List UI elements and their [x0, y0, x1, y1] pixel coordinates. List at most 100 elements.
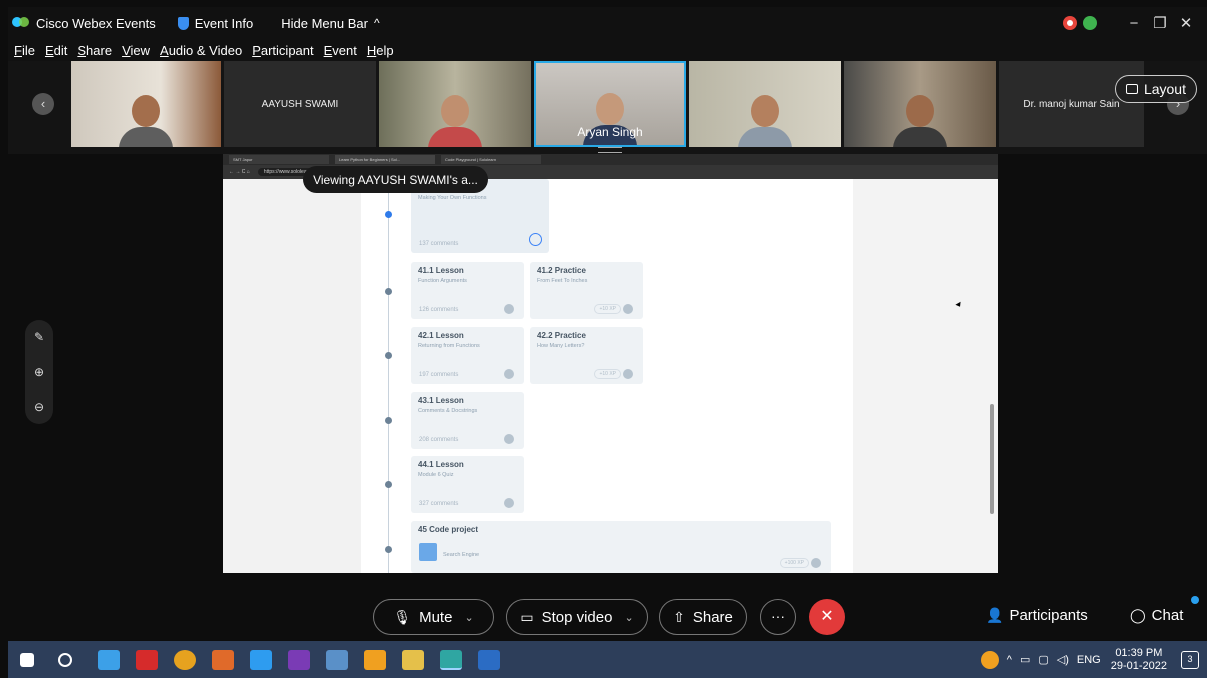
participant-video-5[interactable] [689, 61, 841, 147]
participant-video-6[interactable] [844, 61, 996, 147]
lesson-card[interactable]: 41.1 Lesson Function Arguments 126 comme… [411, 262, 524, 319]
search-icon[interactable] [58, 652, 72, 667]
end-meeting-button[interactable]: ✕ [809, 599, 845, 635]
code-project-card[interactable]: 45 Code project Search Engine +100 XP [411, 521, 831, 573]
stop-video-label: Stop video [541, 608, 613, 626]
browser-tab[interactable]: Learn Python for Beginners | Sol... [335, 155, 435, 164]
lesson-card[interactable]: 42.1 Lesson Returning from Functions 197… [411, 327, 524, 384]
app-title: Cisco Webex Events [36, 15, 156, 31]
webex-window: Cisco Webex Events Event Info Hide Menu … [0, 0, 1207, 678]
participants-button[interactable]: 👤 Participants [986, 607, 1088, 624]
content-stage: ✎ ⊕ ⊖ SMT Japur Learn Python for Beginne… [8, 154, 1207, 596]
file-explorer-icon[interactable] [402, 649, 424, 670]
lesson-title: 41.1 Lesson [418, 266, 464, 275]
menu-participant[interactable]: Participant [252, 43, 313, 58]
layout-button[interactable]: Layout [1114, 75, 1197, 103]
lesson-comments[interactable]: 137 comments [419, 241, 458, 247]
title-bar: Cisco Webex Events Event Info Hide Menu … [8, 7, 1207, 39]
practice-card[interactable]: 42.2 Practice How Many Letters? +10 XP [530, 327, 643, 384]
menu-help[interactable]: Help [367, 43, 394, 58]
lesson-subtitle: Function Arguments [418, 278, 467, 284]
recording-icon[interactable] [1063, 16, 1077, 30]
stop-video-button[interactable]: ▭ Stop video ⌄ [506, 599, 648, 635]
chat-notification-dot [1191, 596, 1199, 604]
participant-video-1[interactable] [71, 61, 221, 147]
scroll-left-button[interactable]: ‹ [32, 93, 54, 115]
language-indicator[interactable]: ENG [1077, 654, 1101, 666]
share-label: Share [692, 608, 733, 626]
practice-card[interactable]: 41.2 Practice From Feet To Inches +10 XP [530, 262, 643, 319]
chevron-down-icon[interactable]: ⌄ [624, 611, 633, 624]
app-icon-2[interactable] [136, 649, 158, 670]
browser-tab[interactable]: Code Playground | Sololearn [441, 155, 541, 164]
word-icon[interactable] [478, 649, 500, 670]
windows-start-icon[interactable] [20, 652, 34, 667]
annotate-icon[interactable]: ✎ [34, 330, 44, 344]
menu-event[interactable]: Event [324, 43, 357, 58]
more-options-button[interactable]: ··· [760, 599, 796, 635]
timeline-dot [385, 288, 392, 295]
share-icon: ⇧ [673, 608, 685, 625]
lesson-card[interactable]: 43.1 Lesson Comments & Docstrings 208 co… [411, 392, 524, 449]
zoom-out-icon[interactable]: ⊖ [34, 400, 44, 414]
hide-menu-bar-button[interactable]: Hide Menu Bar ^ [281, 16, 379, 31]
chevron-up-icon[interactable]: ^ [1007, 654, 1012, 666]
restore-button[interactable]: ❐ [1147, 14, 1173, 32]
participants-icon: 👤 [986, 607, 1004, 623]
participant-tile-manoj[interactable]: Dr. manoj kumar Sain [999, 61, 1144, 147]
browser-nav-icons: ← → C ⌂ [229, 169, 250, 175]
participant-tile-aayush[interactable]: AAYUSH SWAMI [224, 61, 376, 147]
zoom-in-icon[interactable]: ⊕ [34, 365, 44, 379]
share-button[interactable]: ⇧ Share [659, 599, 747, 635]
play-icon[interactable] [529, 233, 542, 246]
app-icon-1[interactable] [98, 649, 120, 670]
network-icon[interactable]: ▢ [1038, 653, 1048, 666]
app-icon-5[interactable] [250, 649, 272, 670]
app-icon-8[interactable] [364, 649, 386, 670]
event-info-label: Event Info [194, 15, 254, 31]
network-health-icon[interactable] [1083, 16, 1097, 30]
notification-center-icon[interactable]: 3 [1181, 650, 1199, 669]
practice-subtitle: How Many Letters? [537, 343, 585, 349]
minimize-button[interactable]: − [1121, 15, 1147, 32]
clock[interactable]: 01:39 PM 29-01-2022 [1111, 647, 1167, 673]
system-tray: ^ ▭ ▢ ◁) ENG 01:39 PM 29-01-2022 3 [980, 641, 1199, 678]
battery-icon[interactable]: ▭ [1020, 653, 1030, 666]
menu-edit[interactable]: Edit [45, 43, 67, 58]
xp-badge: +10 XP [594, 304, 621, 314]
app-icon-4[interactable] [212, 649, 234, 670]
chevron-down-icon[interactable]: ⌄ [464, 611, 473, 624]
layout-label: Layout [1143, 81, 1186, 97]
windows-taskbar: ^ ▭ ▢ ◁) ENG 01:39 PM 29-01-2022 3 [8, 641, 1207, 678]
app-icon-7[interactable] [326, 649, 348, 670]
resize-handle[interactable] [598, 147, 622, 153]
page-scrollbar[interactable] [990, 404, 994, 514]
lesson-comments[interactable]: 208 comments [419, 437, 458, 443]
webex-logo-icon [12, 16, 30, 30]
timeline-dot [385, 417, 392, 424]
shared-screen: SMT Japur Learn Python for Beginners | S… [223, 154, 998, 573]
chrome-icon[interactable] [174, 649, 196, 670]
participant-video-3[interactable] [379, 61, 531, 147]
onenote-icon[interactable] [288, 649, 310, 670]
lesson-comments[interactable]: 197 comments [419, 372, 458, 378]
timeline-dot [385, 211, 392, 218]
menu-share[interactable]: Share [77, 43, 112, 58]
help-icon[interactable] [980, 650, 999, 669]
menu-audio-video[interactable]: Audio & Video [160, 43, 242, 58]
webex-taskbar-icon[interactable] [440, 649, 462, 670]
lesson-comments[interactable]: 126 comments [419, 307, 458, 313]
menu-view[interactable]: View [122, 43, 150, 58]
volume-icon[interactable]: ◁) [1057, 653, 1069, 666]
browser-tab[interactable]: SMT Japur [229, 155, 329, 164]
lesson-comments[interactable]: 327 comments [419, 501, 458, 507]
participant-video-aryan[interactable]: Aryan Singh [534, 61, 686, 147]
event-info-button[interactable]: Event Info [177, 15, 254, 31]
menu-file[interactable]: File [14, 43, 35, 58]
mute-label: Mute [419, 608, 453, 626]
chat-button[interactable]: ◯ Chat [1130, 607, 1183, 624]
lesson-card[interactable]: 44.1 Lesson Module 6 Quiz 327 comments [411, 456, 524, 513]
close-window-button[interactable]: ✕ [1173, 14, 1199, 32]
mute-button[interactable]: 🎙 Mute ⌄ [373, 599, 494, 635]
participant-name: AAYUSH SWAMI [261, 98, 339, 110]
